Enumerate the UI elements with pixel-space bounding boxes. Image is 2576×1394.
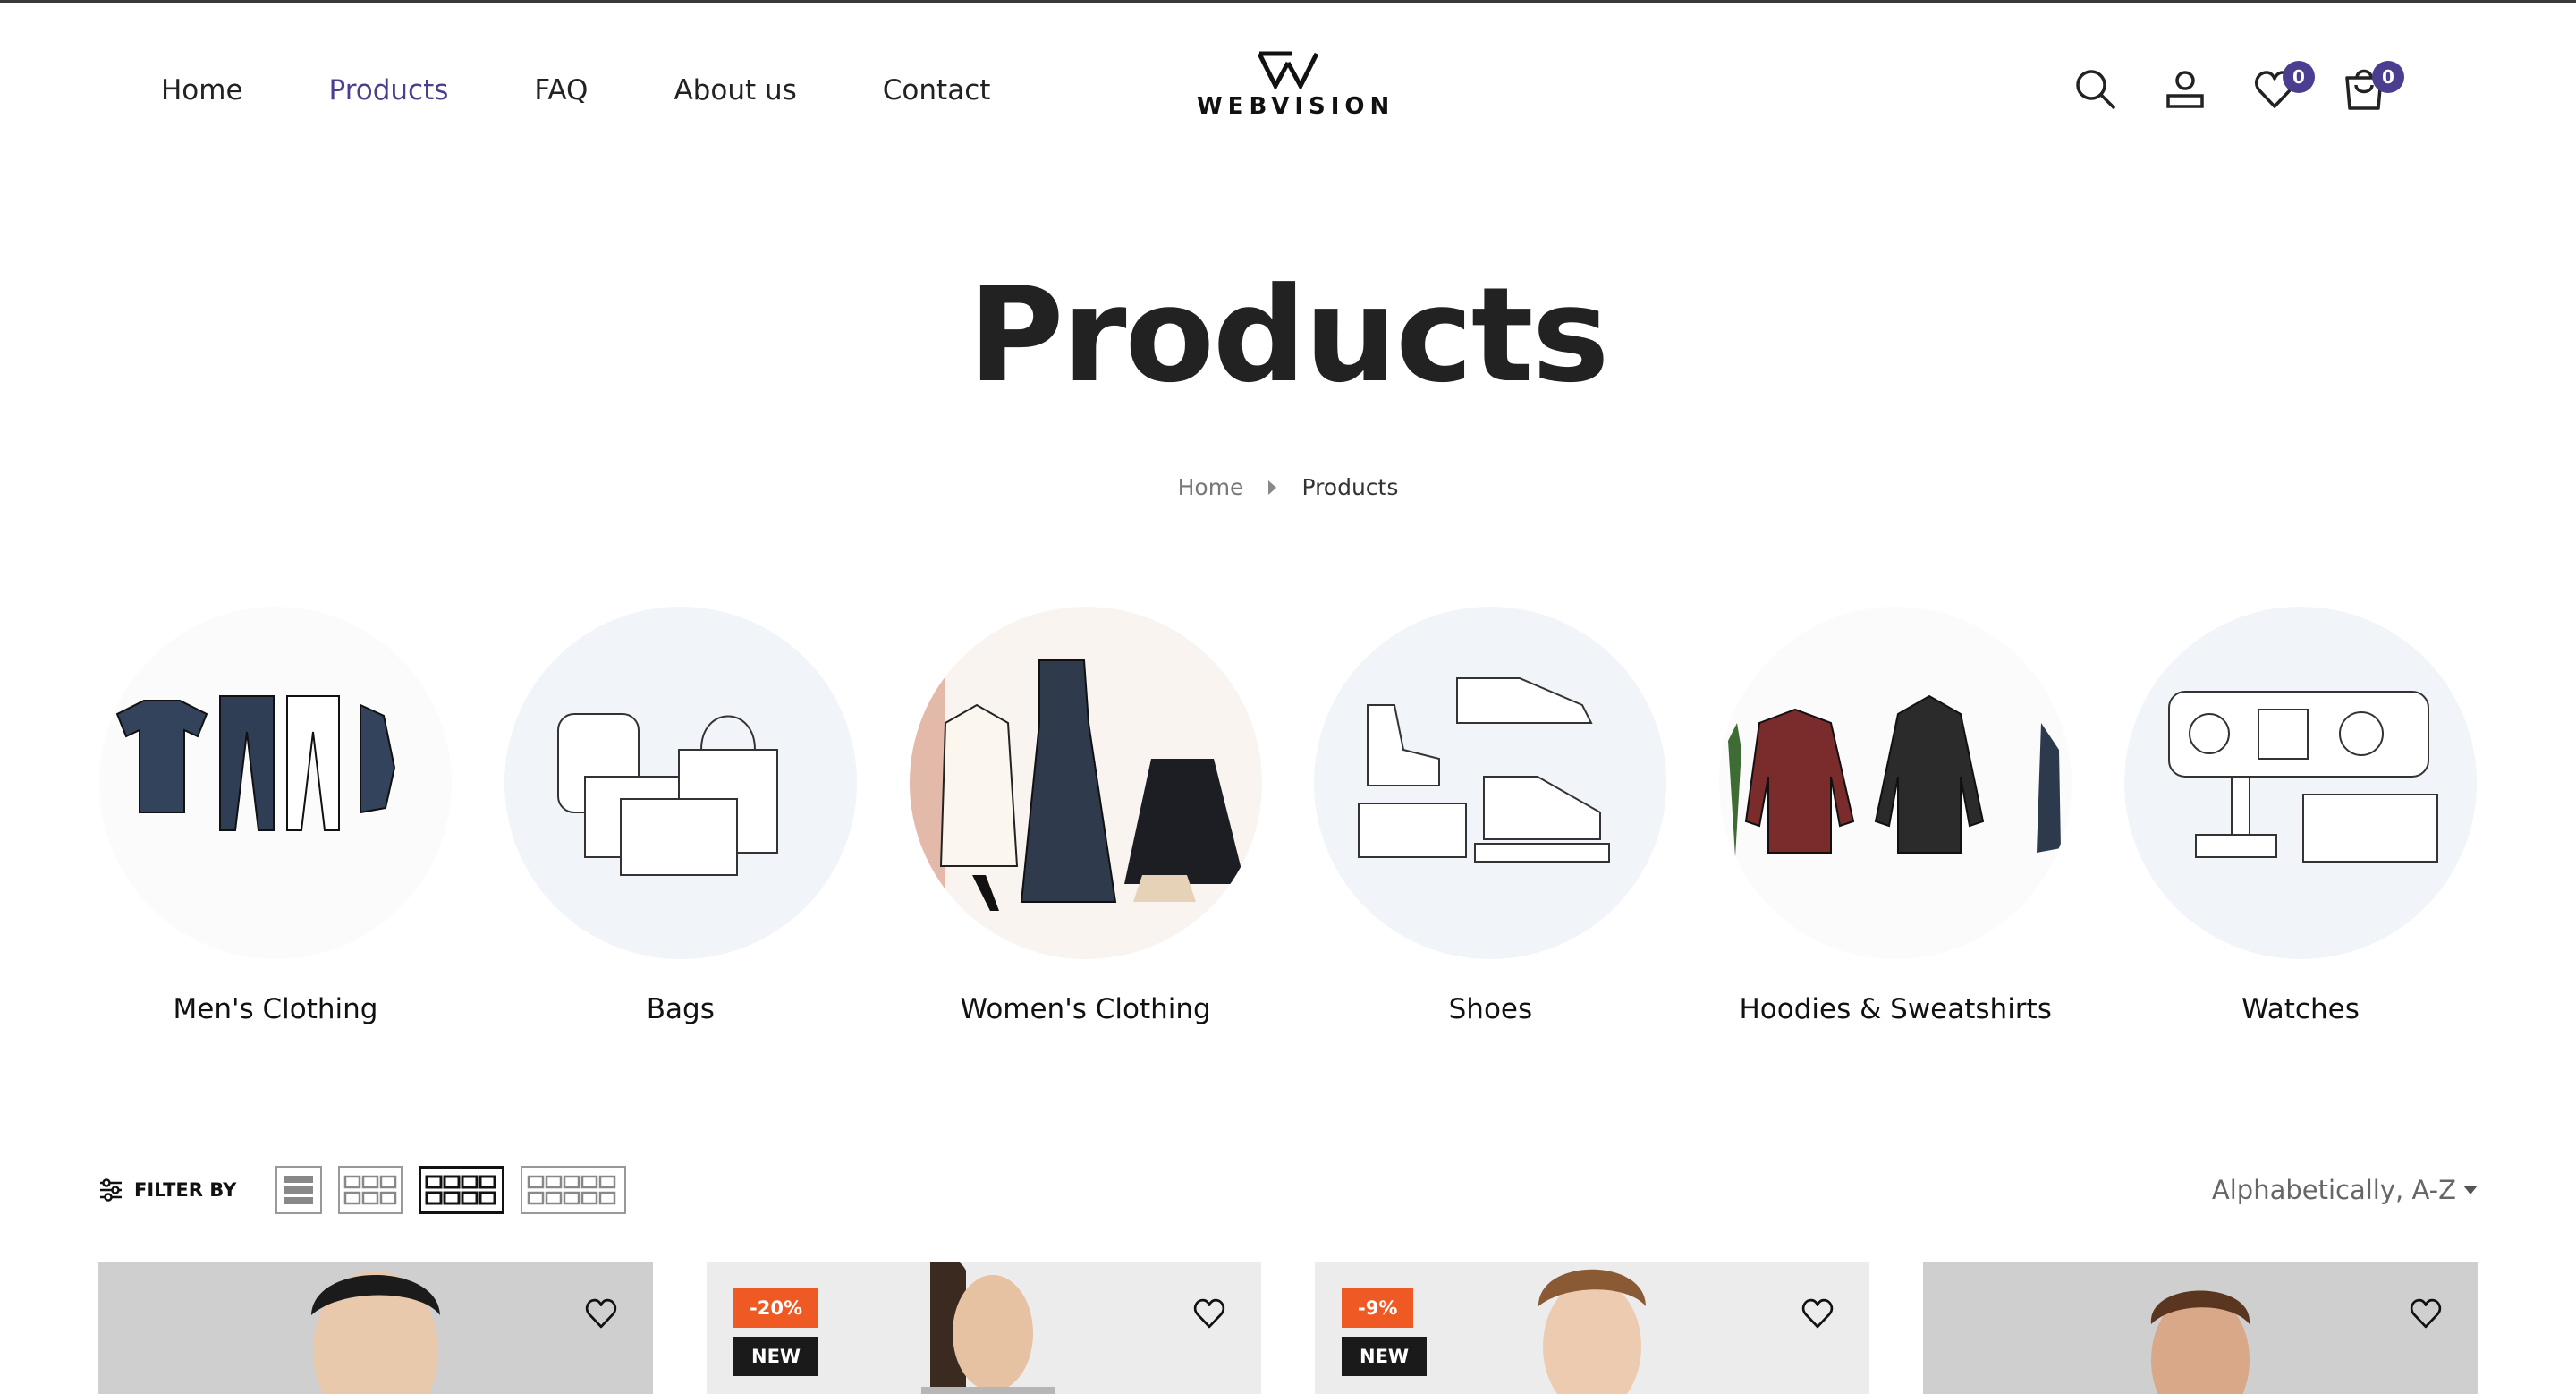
grid-3-view-button[interactable]: [338, 1166, 403, 1214]
nav-about-us[interactable]: About us: [674, 70, 796, 111]
category-label: Watches: [2241, 993, 2360, 1025]
breadcrumb-separator-icon: [1268, 480, 1277, 495]
main-nav: Home Products FAQ About us Contact: [161, 70, 1076, 111]
logo-mark-icon: [1257, 51, 1319, 89]
category-label: Bags: [646, 993, 715, 1025]
nav-products[interactable]: Products: [329, 70, 449, 111]
wishlist-button[interactable]: 0: [2252, 61, 2342, 116]
discount-tag: -9%: [1342, 1288, 1414, 1328]
search-button[interactable]: [2073, 63, 2163, 116]
cart-button[interactable]: 0: [2342, 61, 2431, 116]
add-to-wishlist-button[interactable]: [1800, 1297, 1835, 1333]
heart-icon: [2410, 1298, 2442, 1329]
breadcrumb-home[interactable]: Home: [1178, 474, 1244, 500]
category-watches[interactable]: Watches: [2123, 607, 2478, 1025]
list-view-button[interactable]: [275, 1166, 323, 1214]
page-title: Products: [968, 259, 1610, 412]
category-label: Hoodies & Sweatshirts: [1739, 993, 2052, 1025]
category-image: [504, 607, 857, 959]
heart-icon: [1801, 1298, 1834, 1329]
product-card[interactable]: -20% NEW: [707, 1262, 1261, 1394]
hoodies-illustration: [1728, 694, 2062, 857]
product-image: [921, 1262, 1055, 1394]
account-icon: [2166, 71, 2204, 108]
mens-clothing-illustration: [115, 695, 396, 831]
category-image: [1719, 607, 2072, 959]
add-to-wishlist-button[interactable]: [583, 1297, 619, 1333]
nav-faq[interactable]: FAQ: [534, 70, 588, 111]
category-image: [99, 607, 452, 959]
breadcrumb: Home Products: [0, 474, 2576, 500]
product-toolbar: FILTER BY Alphabetically, A-Z: [98, 1163, 2478, 1217]
grid-4-view-icon: [425, 1175, 496, 1205]
breadcrumb-current: Products: [1301, 474, 1399, 500]
heart-icon: [1193, 1298, 1225, 1329]
caret-down-icon: [2463, 1186, 2478, 1194]
filter-sliders-icon: [100, 1178, 122, 1202]
category-womens-clothing[interactable]: Women's Clothing: [909, 607, 1263, 1025]
brand-name: WEBVISION: [1197, 93, 1395, 120]
nav-home[interactable]: Home: [161, 70, 243, 111]
list-view-icon: [284, 1176, 314, 1204]
category-image: [1314, 607, 1667, 959]
heart-icon: [585, 1298, 617, 1329]
new-tag: NEW: [1342, 1337, 1428, 1376]
header-actions: 0 0: [2073, 61, 2431, 116]
add-to-wishlist-button[interactable]: [2408, 1297, 2444, 1333]
sort-label: Alphabetically, A-Z: [2211, 1175, 2456, 1205]
category-list: Men's Clothing Bags Women's Clothing Sho…: [98, 607, 2478, 1025]
category-label: Shoes: [1448, 993, 1533, 1025]
category-label: Men's Clothing: [173, 993, 378, 1025]
grid-4-view-button[interactable]: [419, 1166, 505, 1214]
category-image: [2123, 607, 2477, 959]
nav-contact[interactable]: Contact: [883, 70, 991, 111]
wishlist-count-badge: 0: [2283, 61, 2315, 93]
sort-dropdown[interactable]: Alphabetically, A-Z: [2212, 1175, 2478, 1205]
product-grid: -20% NEW -9% NEW: [98, 1262, 2478, 1394]
bags-illustration: [556, 713, 778, 876]
grid-3-view-icon: [344, 1175, 397, 1205]
filter-button[interactable]: FILTER BY: [98, 1177, 236, 1203]
product-card[interactable]: -9% NEW: [1315, 1262, 1869, 1394]
product-image: [311, 1271, 440, 1394]
watches-illustration: [2167, 691, 2438, 863]
discount-tag: -20%: [733, 1288, 818, 1328]
product-card[interactable]: [98, 1262, 653, 1394]
new-tag: NEW: [733, 1337, 819, 1376]
add-to-wishlist-button[interactable]: [1191, 1297, 1227, 1333]
category-image: [909, 607, 1262, 959]
category-shoes[interactable]: Shoes: [1313, 607, 1667, 1025]
search-icon: [2076, 70, 2115, 109]
category-bags[interactable]: Bags: [504, 607, 858, 1025]
womens-clothing-illustration: [909, 659, 1245, 911]
filter-label: FILTER BY: [134, 1179, 237, 1201]
brand-logo[interactable]: WEBVISION: [1197, 50, 1395, 131]
category-mens-clothing[interactable]: Men's Clothing: [98, 607, 453, 1025]
shoes-illustration: [1358, 677, 1611, 863]
product-card[interactable]: [1923, 1262, 2478, 1394]
grid-5-view-button[interactable]: [521, 1166, 627, 1214]
cart-count-badge: 0: [2372, 61, 2404, 93]
category-label: Women's Clothing: [960, 993, 1211, 1025]
grid-5-view-icon: [528, 1175, 616, 1205]
product-image: [1538, 1269, 1646, 1394]
product-image: [2150, 1290, 2250, 1394]
category-hoodies-sweatshirts[interactable]: Hoodies & Sweatshirts: [1718, 607, 2072, 1025]
account-button[interactable]: [2163, 63, 2252, 116]
top-border: [0, 0, 2576, 3]
